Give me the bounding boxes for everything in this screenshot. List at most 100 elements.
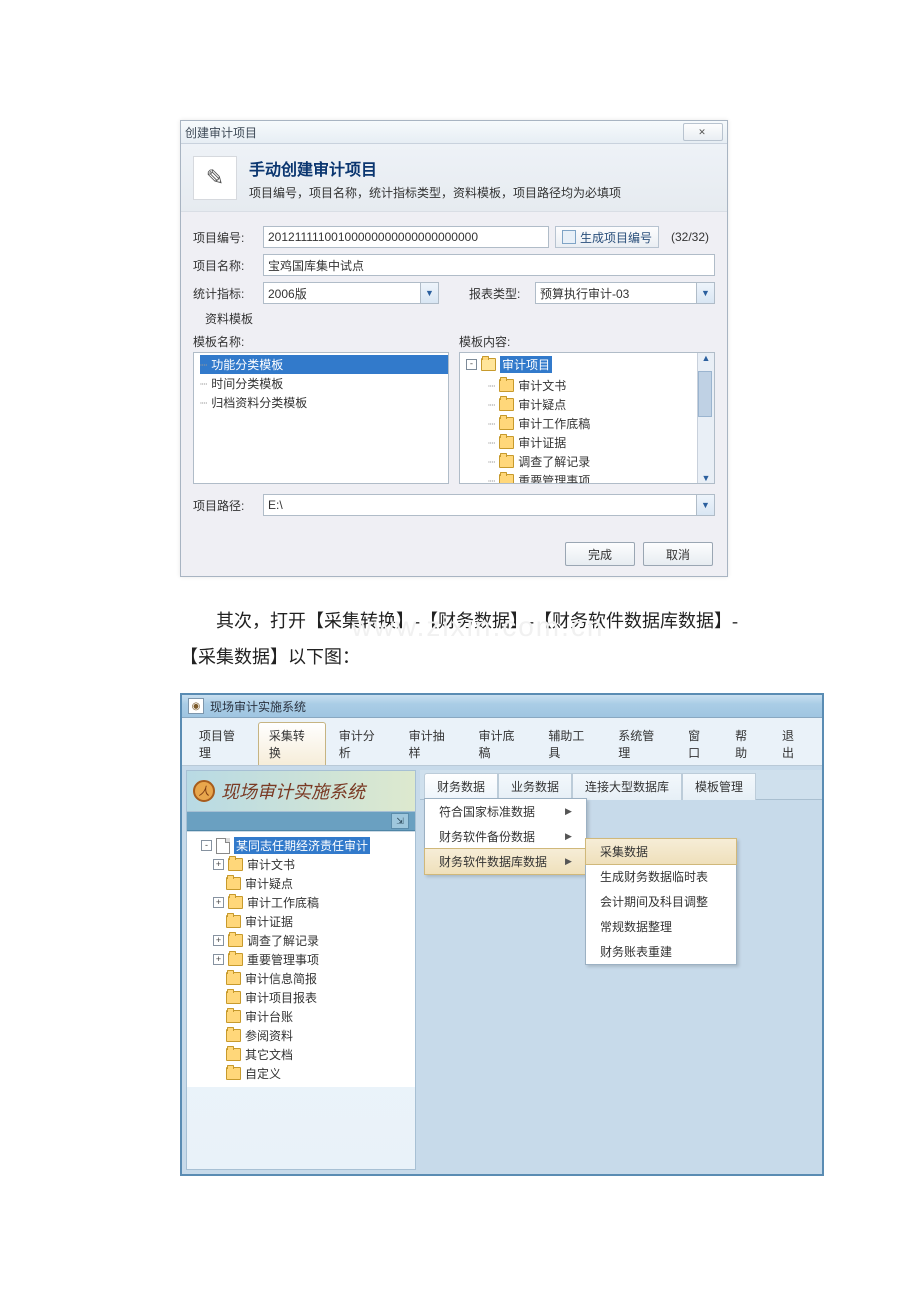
generate-icon xyxy=(562,230,576,244)
tree-node[interactable]: 其它文档 xyxy=(213,1045,413,1064)
proj-path-value: E:\ xyxy=(268,498,283,512)
menu-item[interactable]: 窗口 xyxy=(677,722,722,765)
template-section-label: 资料模板 xyxy=(205,310,715,327)
tab-item[interactable]: 模板管理 xyxy=(682,773,756,800)
tree-node[interactable]: ┈审计文书 xyxy=(488,376,714,395)
menu-item[interactable]: 财务软件备份数据▶ xyxy=(425,824,586,849)
tree-node[interactable]: +重要管理事项 xyxy=(213,950,413,969)
banner-logo-icon: 人 xyxy=(193,780,215,802)
db-data-submenu: 采集数据生成财务数据临时表会计期间及科目调整常规数据整理财务账表重建 xyxy=(585,838,737,965)
tree-node[interactable]: 审计证据 xyxy=(213,912,413,931)
proj-name-input[interactable]: 宝鸡国库集中试点 xyxy=(263,254,715,276)
menu-item[interactable]: 财务软件数据库数据▶ xyxy=(424,848,587,875)
tree-node[interactable]: ┈审计疑点 xyxy=(488,395,714,414)
tree-node[interactable]: 自定义 xyxy=(213,1064,413,1083)
report-type-value: 预算执行审计-03 xyxy=(540,285,629,302)
tree-root[interactable]: -审计项目 xyxy=(466,355,714,374)
chevron-down-icon: ▼ xyxy=(420,283,438,303)
cancel-button[interactable]: 取消 xyxy=(643,542,713,566)
workarea: 人 现场审计实施系统 ⇲ -某同志任期经济责任审计+审计文书审计疑点+审计工作底… xyxy=(182,766,822,1174)
menu-item[interactable]: 帮助 xyxy=(724,722,769,765)
scroll-down-icon[interactable]: ▼ xyxy=(702,473,711,483)
submenu-item[interactable]: 会计期间及科目调整 xyxy=(586,889,736,914)
stat-label: 统计指标: xyxy=(193,285,257,302)
tpl-name-item[interactable]: ┈归档资料分类模板 xyxy=(200,393,448,412)
proj-no-input[interactable]: 20121111100100000000000000000000 xyxy=(263,226,549,248)
dialog-header: ✎ 手动创建审计项目 项目编号，项目名称，统计指标类型，资料模板，项目路径均为必… xyxy=(181,144,727,212)
tree-node[interactable]: 审计疑点 xyxy=(213,874,413,893)
submenu-item[interactable]: 常规数据整理 xyxy=(586,914,736,939)
menu-item[interactable]: 项目管理 xyxy=(188,722,256,765)
proj-path-combo[interactable]: E:\ ▼ xyxy=(263,494,715,516)
tree-node[interactable]: 审计项目报表 xyxy=(213,988,413,1007)
tree-node[interactable]: 审计信息简报 xyxy=(213,969,413,988)
menu-item[interactable]: 退出 xyxy=(771,722,816,765)
tpl-content-label: 模板内容: xyxy=(459,333,715,350)
dialog-subheading: 项目编号，项目名称，统计指标类型，资料模板，项目路径均为必填项 xyxy=(249,184,621,201)
tree-node[interactable]: +审计文书 xyxy=(213,855,413,874)
left-panel: 人 现场审计实施系统 ⇲ -某同志任期经济责任审计+审计文书审计疑点+审计工作底… xyxy=(186,770,416,1170)
tree-node[interactable]: 参阅资料 xyxy=(213,1026,413,1045)
menu-item[interactable]: 审计抽样 xyxy=(398,722,466,765)
generate-proj-no-button[interactable]: 生成项目编号 xyxy=(555,226,659,248)
stat-value: 2006版 xyxy=(268,285,307,302)
tree-node[interactable]: ┈调查了解记录 xyxy=(488,452,714,471)
window-titlebar: ◉ 现场审计实施系统 xyxy=(182,695,822,718)
chevron-right-icon: ▶ xyxy=(565,806,572,817)
submenu-item[interactable]: 财务账表重建 xyxy=(586,939,736,964)
submenu-item[interactable]: 采集数据 xyxy=(585,838,737,865)
chevron-right-icon: ▶ xyxy=(565,831,572,842)
scroll-thumb[interactable] xyxy=(698,371,712,417)
project-tree[interactable]: -某同志任期经济责任审计+审计文书审计疑点+审计工作底稿审计证据+调查了解记录+… xyxy=(187,831,415,1087)
submenu-item[interactable]: 生成财务数据临时表 xyxy=(586,864,736,889)
menu-item[interactable]: 审计底稿 xyxy=(468,722,536,765)
panel-pinbar: ⇲ xyxy=(187,812,415,831)
window-title: 现场审计实施系统 xyxy=(210,698,306,715)
dialog-title: 创建审计项目 xyxy=(185,124,257,141)
tree-node[interactable]: ┈审计工作底稿 xyxy=(488,414,714,433)
tree-node[interactable]: ┈审计证据 xyxy=(488,433,714,452)
report-type-label: 报表类型: xyxy=(469,285,529,302)
proj-path-label: 项目路径: xyxy=(193,497,257,514)
menu-item[interactable]: 审计分析 xyxy=(328,722,396,765)
body-paragraph: www.zixin.com.cn 其次，打开【采集转换】-【财务数据】-【财务软… xyxy=(180,603,740,675)
menu-item[interactable]: 系统管理 xyxy=(607,722,675,765)
banner-text: 现场审计实施系统 xyxy=(221,778,365,804)
report-type-combo[interactable]: 预算执行审计-03 ▼ xyxy=(535,282,715,304)
close-icon[interactable]: ✕ xyxy=(683,123,723,141)
tpl-name-item[interactable]: ┈功能分类模板 xyxy=(200,355,448,374)
tab-item[interactable]: 业务数据 xyxy=(498,773,572,800)
menu-item[interactable]: 符合国家标准数据▶ xyxy=(425,799,586,824)
main-menu-bar: 项目管理采集转换审计分析审计抽样审计底稿辅助工具系统管理窗口帮助退出 xyxy=(182,718,822,766)
tpl-name-item[interactable]: ┈时间分类模板 xyxy=(200,374,448,393)
generate-btn-label: 生成项目编号 xyxy=(580,229,652,246)
chevron-down-icon: ▼ xyxy=(696,283,714,303)
dialog-titlebar: 创建审计项目 ✕ xyxy=(181,121,727,144)
dialog-form: 项目编号: 20121111100100000000000000000000 生… xyxy=(181,212,727,532)
app-icon: ◉ xyxy=(188,698,204,714)
tree-root[interactable]: -某同志任期经济责任审计 xyxy=(201,836,413,855)
dialog-heading: 手动创建审计项目 xyxy=(249,156,621,180)
tpl-content-tree[interactable]: -审计项目 ┈审计文书┈审计疑点┈审计工作底稿┈审计证据┈调查了解记录┈重要管理事… xyxy=(459,352,715,484)
tab-item[interactable]: 财务数据 xyxy=(424,773,498,800)
paragraph-text: 其次，打开【采集转换】-【财务数据】-【财务软件数据库数据】-【采集数据】以下图… xyxy=(180,611,738,667)
pin-icon[interactable]: ⇲ xyxy=(391,813,409,829)
dialog-button-bar: 完成 取消 xyxy=(181,532,727,576)
scrollbar[interactable]: ▲ ▼ xyxy=(697,353,714,483)
tpl-name-list[interactable]: ┈功能分类模板┈时间分类模板┈归档资料分类模板 xyxy=(193,352,449,484)
audit-system-window: ◉ 现场审计实施系统 项目管理采集转换审计分析审计抽样审计底稿辅助工具系统管理窗… xyxy=(180,693,824,1176)
tree-node[interactable]: ┈重要管理事项 xyxy=(488,471,714,484)
scroll-up-icon[interactable]: ▲ xyxy=(702,353,711,363)
tree-node[interactable]: +审计工作底稿 xyxy=(213,893,413,912)
app-banner: 人 现场审计实施系统 xyxy=(187,771,415,812)
finance-data-menu: 符合国家标准数据▶财务软件备份数据▶财务软件数据库数据▶ xyxy=(424,798,587,875)
pencil-icon: ✎ xyxy=(193,156,237,200)
proj-no-label: 项目编号: xyxy=(193,229,257,246)
stat-combo[interactable]: 2006版 ▼ xyxy=(263,282,439,304)
menu-item[interactable]: 采集转换 xyxy=(258,722,326,765)
finish-button[interactable]: 完成 xyxy=(565,542,635,566)
tree-node[interactable]: +调查了解记录 xyxy=(213,931,413,950)
tab-item[interactable]: 连接大型数据库 xyxy=(572,773,682,800)
tree-node[interactable]: 审计台账 xyxy=(213,1007,413,1026)
menu-item[interactable]: 辅助工具 xyxy=(537,722,605,765)
